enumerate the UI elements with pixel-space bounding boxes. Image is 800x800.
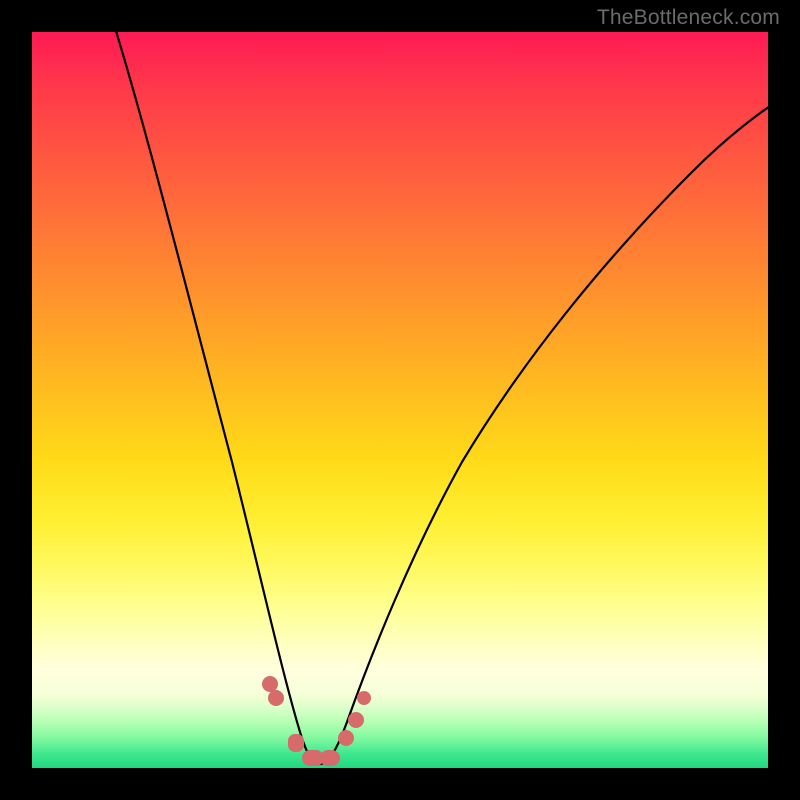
plot-area bbox=[32, 32, 768, 768]
highlighted-points bbox=[262, 676, 371, 766]
bottleneck-curve bbox=[107, 32, 768, 764]
watermark-text: TheBottleneck.com bbox=[597, 6, 780, 30]
chart-frame: TheBottleneck.com bbox=[0, 0, 800, 800]
curve-layer bbox=[32, 32, 768, 768]
